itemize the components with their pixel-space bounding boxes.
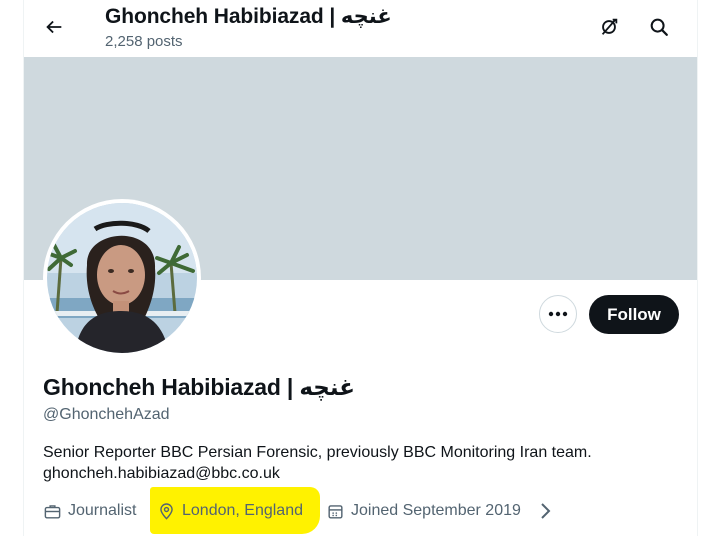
chevron-right-icon[interactable] [539,501,553,521]
avatar[interactable] [47,203,197,353]
briefcase-icon [44,504,61,519]
joined-label: Joined September 2019 [351,502,521,519]
more-options-button[interactable] [539,295,577,333]
category-item: Journalist [43,498,136,524]
avatar-photo [47,203,197,353]
bio-line: Senior Reporter BBC Persian Forensic, pr… [43,444,592,461]
joined-item: Joined September 2019 [326,498,521,524]
user-handle: @GhonchehAzad [43,406,170,423]
category-label: Journalist [68,502,137,519]
gift-icon [601,18,618,35]
search-button[interactable] [641,9,677,45]
search-icon [650,18,668,36]
location-item: London, England [157,498,303,524]
display-name: Ghoncheh Habibiazad | غنچه [43,374,355,400]
back-arrow-icon [46,20,62,34]
right-border [697,0,698,536]
profile-header-bar: Ghoncheh Habibiazad | غنچه 2,258 posts [24,0,697,57]
follow-button[interactable]: Follow [589,295,679,334]
gift-button[interactable] [591,9,627,45]
more-dots-icon [548,311,568,317]
avatar-frame[interactable] [43,199,201,357]
bio-email-link[interactable]: ghoncheh.habibiazad@bbc.co.uk [43,463,663,484]
bio: Senior Reporter BBC Persian Forensic, pr… [43,442,663,484]
calendar-icon [328,504,343,519]
location-pin-icon [160,502,173,520]
post-count: 2,258 posts [105,33,183,50]
location-label: London, England [182,502,303,519]
header-title: Ghoncheh Habibiazad | غنچه [105,5,392,28]
back-button[interactable] [36,9,72,45]
